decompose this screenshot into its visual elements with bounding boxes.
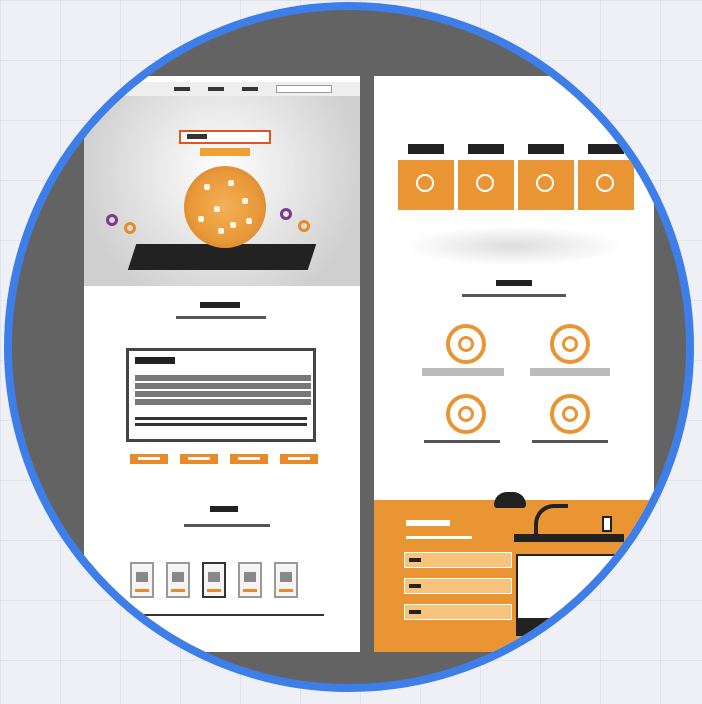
tab-button[interactable] (280, 454, 318, 464)
feature-label (532, 440, 608, 443)
decoration-icon (106, 214, 118, 226)
product-icon (536, 174, 554, 192)
section-title (496, 280, 532, 286)
desk-icon (514, 534, 624, 542)
section-title (200, 302, 240, 308)
feature-icon (550, 324, 590, 364)
nav-item[interactable] (174, 87, 190, 91)
product-card[interactable] (578, 144, 634, 212)
feature-label (530, 368, 610, 376)
card-text-line (135, 423, 307, 426)
circular-frame (4, 2, 694, 692)
send-button[interactable] (516, 620, 622, 636)
document-icon[interactable] (166, 562, 190, 598)
card-text-line (135, 417, 307, 420)
top-nav (84, 82, 360, 96)
section-subtitle (184, 524, 270, 527)
tab-button[interactable] (130, 454, 168, 464)
search-input[interactable] (276, 85, 332, 93)
nav-item[interactable] (208, 87, 224, 91)
document-icon[interactable] (238, 562, 262, 598)
card-text-block (135, 375, 311, 381)
tab-button[interactable] (180, 454, 218, 464)
message-textarea[interactable] (516, 554, 622, 620)
contact-title (406, 520, 450, 526)
hero-button[interactable] (200, 148, 250, 156)
contact-field[interactable] (404, 578, 512, 594)
hero-headline (187, 134, 207, 139)
section-title (210, 506, 238, 512)
desk-lamp-icon (534, 504, 568, 540)
tab-button[interactable] (230, 454, 268, 464)
content-card (126, 348, 316, 442)
contact-subtitle (406, 536, 472, 539)
website-mockup-right (374, 76, 654, 652)
feature-icon (446, 324, 486, 364)
feature-icon (446, 394, 486, 434)
nav-item[interactable] (242, 87, 258, 91)
feature-icon (550, 394, 590, 434)
product-card[interactable] (398, 144, 454, 212)
document-icon[interactable] (202, 562, 226, 598)
decoration-icon (298, 220, 310, 232)
document-icon[interactable] (274, 562, 298, 598)
card-heading (135, 357, 175, 364)
section-subtitle (462, 294, 566, 297)
product-card[interactable] (458, 144, 514, 212)
decoration-icon (124, 222, 136, 234)
pagination-bar (124, 614, 324, 616)
product-icon (596, 174, 614, 192)
product-icon (416, 174, 434, 192)
lamp-shade-icon (494, 492, 526, 508)
card-text-block (135, 399, 311, 405)
contact-field[interactable] (404, 604, 512, 620)
document-icon[interactable] (130, 562, 154, 598)
pizza-icon (184, 166, 266, 248)
feature-label (424, 440, 500, 443)
decoration-icon (280, 208, 292, 220)
hero-banner (84, 96, 360, 286)
section-subtitle (176, 316, 266, 319)
card-text-block (135, 383, 311, 389)
feature-label (422, 368, 504, 376)
contact-field[interactable] (404, 552, 512, 568)
contact-footer (374, 492, 654, 652)
shadow-divider (404, 226, 624, 266)
product-icon (476, 174, 494, 192)
mug-icon (602, 516, 612, 532)
website-mockup-left (84, 76, 360, 652)
product-card[interactable] (518, 144, 574, 212)
card-text-block (135, 391, 311, 397)
hero-headline-box (179, 130, 271, 144)
